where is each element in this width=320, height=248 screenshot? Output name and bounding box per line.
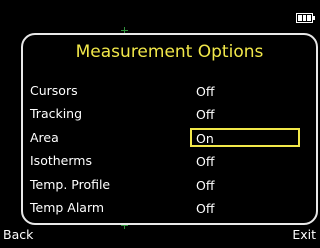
option-row-cursors[interactable]: Cursors Off (23, 80, 316, 103)
option-value[interactable]: Off (190, 81, 300, 100)
option-row-isotherms[interactable]: Isotherms Off (23, 150, 316, 173)
battery-icon (296, 13, 315, 23)
option-label: Isotherms (30, 153, 92, 169)
panel-title: Measurement Options (75, 42, 264, 62)
option-value[interactable]: Off (190, 198, 300, 217)
measurement-options-panel: Measurement Options Cursors Off Tracking… (21, 33, 318, 225)
option-label: Temp Alarm (30, 199, 105, 215)
option-row-tracking[interactable]: Tracking Off (23, 103, 316, 126)
option-row-temp-profile[interactable]: Temp. Profile Off (23, 174, 316, 197)
option-row-temp-alarm[interactable]: Temp Alarm Off (23, 197, 316, 220)
option-value[interactable]: Off (190, 175, 300, 194)
option-label: Tracking (30, 106, 83, 122)
option-label: Temp. Profile (30, 176, 111, 192)
options-list: Cursors Off Tracking Off Area On Isother… (23, 80, 316, 220)
option-row-area[interactable]: Area On (23, 127, 316, 150)
option-value-selected[interactable]: On (190, 127, 300, 147)
option-value[interactable]: Off (190, 151, 300, 170)
option-label: Cursors (30, 83, 78, 98)
option-label: Area (30, 129, 59, 145)
status-bar (0, 0, 320, 30)
exit-softkey[interactable]: Exit (292, 227, 316, 243)
option-value[interactable]: Off (190, 104, 300, 123)
back-softkey[interactable]: Back (3, 227, 33, 243)
